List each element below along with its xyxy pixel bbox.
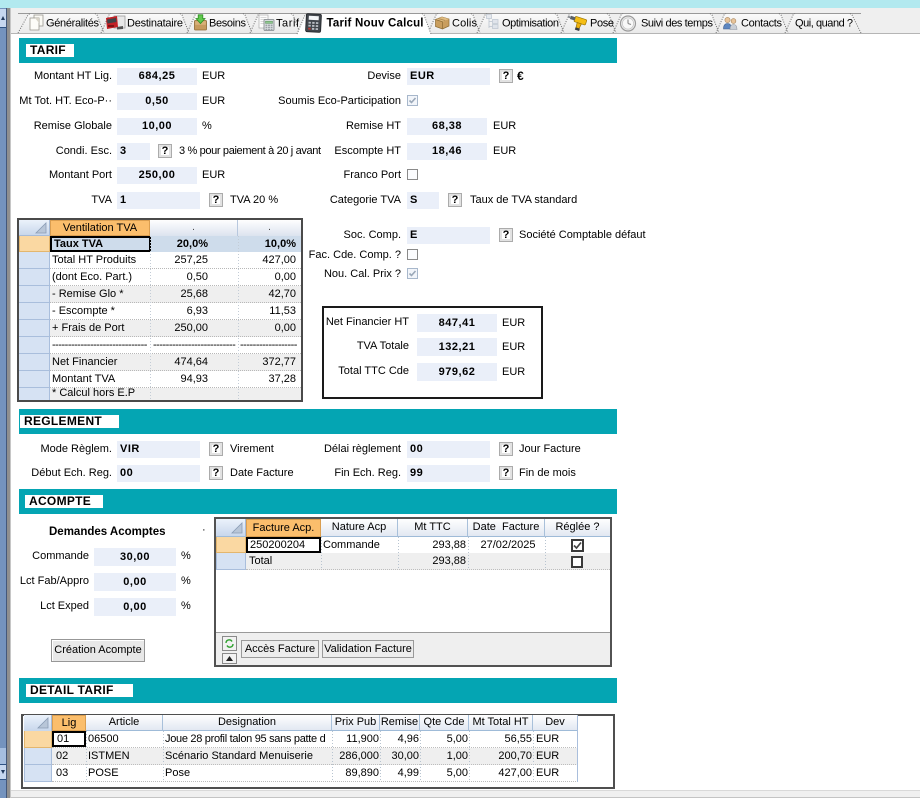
svg-text:Colis: Colis: [452, 18, 478, 30]
svg-text:Suivi des temps: Suivi des temps: [641, 18, 714, 30]
svg-text:Optimisation: Optimisation: [502, 18, 559, 30]
svg-text:Tarif: Tarif: [276, 18, 300, 30]
svg-text:Destinataire: Destinataire: [127, 18, 183, 30]
svg-text:Qui, quand ?: Qui, quand ?: [795, 18, 853, 30]
svg-text:Généralités: Généralités: [46, 18, 100, 30]
svg-text:Besoins: Besoins: [209, 18, 247, 30]
svg-text:Contacts: Contacts: [741, 18, 783, 30]
svg-text:Tarif Nouv Calcul: Tarif Nouv Calcul: [327, 18, 424, 30]
svg-text:Pose: Pose: [590, 18, 614, 30]
